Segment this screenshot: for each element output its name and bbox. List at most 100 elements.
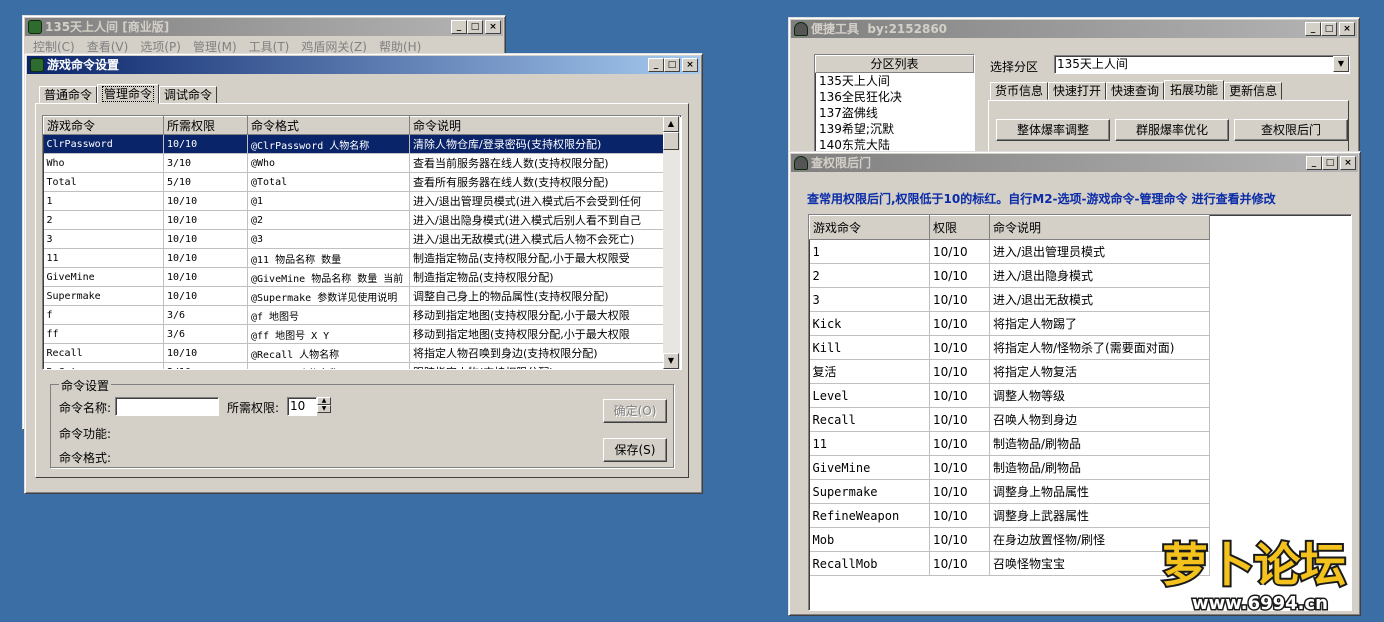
maximize-button[interactable]: □ xyxy=(467,20,483,34)
close-button[interactable]: × xyxy=(682,58,698,72)
cell-command: f xyxy=(43,305,164,325)
cell-description: 查看当前服务器在线人数(支持权限分配) xyxy=(409,153,664,173)
cell-command: ClrPassword xyxy=(43,134,164,154)
permission-input[interactable]: 10 xyxy=(287,397,317,416)
perm-cell-command: Recall xyxy=(809,407,930,432)
table-row[interactable]: Supermake 10/10 调整身上物品属性 xyxy=(809,479,1210,504)
cell-description: 调整自己身上的物品属性(支持权限分配) xyxy=(409,286,664,306)
col-header-command[interactable]: 游戏命令 xyxy=(43,116,164,135)
close-button[interactable]: × xyxy=(1339,22,1355,36)
list-item[interactable]: 137盗佛线 xyxy=(815,105,974,121)
list-item[interactable]: 139希望;沉默 xyxy=(815,121,974,137)
close-button[interactable]: × xyxy=(1340,156,1356,170)
command-name-input[interactable] xyxy=(115,397,219,416)
cmd-window-titlebar[interactable]: 游戏命令设置 _ □ × xyxy=(27,56,700,74)
scroll-thumb[interactable] xyxy=(663,132,679,150)
perm-cell-description: 召唤人物到身边 xyxy=(989,407,1210,432)
minimize-button[interactable]: _ xyxy=(451,20,467,34)
list-item[interactable]: 136全民狂化决 xyxy=(815,89,974,105)
table-row[interactable]: GiveMine 10/10 制造物品/刷物品 xyxy=(809,455,1210,480)
maximize-button[interactable]: □ xyxy=(1322,156,1338,170)
spin-up-icon[interactable]: ▲ xyxy=(317,397,331,405)
cell-format: @3 xyxy=(247,229,410,249)
table-row[interactable]: Total 5/10 @Total 查看所有服务器在线人数(支持权限分配) xyxy=(43,172,664,192)
forum-url-text: www.6994.cn xyxy=(1192,593,1328,614)
perm-window-titlebar[interactable]: 查权限后门 _ □ × xyxy=(791,154,1358,172)
permission-spinner[interactable]: ▲ ▼ xyxy=(317,397,331,413)
partition-list[interactable]: 分区列表 135天上人间 136全民狂化决 137盗佛线 139希望;沉默 140东荒大… xyxy=(814,54,975,158)
col-header-format[interactable]: 命令格式 xyxy=(247,116,410,135)
table-row[interactable]: 3 10/10 进入/退出无敌模式 xyxy=(809,287,1210,312)
table-row[interactable]: ff 3/6 @ff 地图号 X Y 移动到指定地图(支持权限分配,小于最大权限 xyxy=(43,324,664,344)
tab-normal-commands[interactable]: 普通命令 xyxy=(39,86,98,104)
scroll-down-icon[interactable]: ▼ xyxy=(663,353,679,369)
table-row[interactable]: 2 10/10 @2 进入/退出隐身模式(进入模式后别人看不到自己 xyxy=(43,210,664,230)
perm-cell-permission: 10/10 xyxy=(929,407,990,432)
table-row[interactable]: 1 10/10 @1 进入/退出管理员模式(进入模式后不会受到任何 xyxy=(43,191,664,211)
grid-vertical-scrollbar[interactable]: ▲ ▼ xyxy=(663,116,680,369)
tab-quick-query[interactable]: 快速查询 xyxy=(1106,82,1165,100)
cell-format: @2 xyxy=(247,210,410,230)
close-button[interactable]: × xyxy=(485,20,501,34)
ok-button[interactable]: 确定(O) xyxy=(603,399,667,423)
table-row[interactable]: Recall 10/10 召唤人物到身边 xyxy=(809,407,1210,432)
group-droprate-button[interactable]: 群服爆率优化 xyxy=(1115,119,1229,141)
tab-currency-info[interactable]: 货币信息 xyxy=(990,82,1049,100)
perm-header-row: 游戏命令 权限 命令说明 xyxy=(809,215,1210,240)
perm-cell-permission: 10/10 xyxy=(929,527,990,552)
table-row[interactable]: Recall 10/10 @Recall 人物名称 将指定人物召唤到身边(支持权限分配… xyxy=(43,343,664,363)
col-header-description[interactable]: 命令说明 xyxy=(409,116,664,135)
minimize-button[interactable]: _ xyxy=(1305,22,1321,36)
table-row[interactable]: Who 3/10 @Who 查看当前服务器在线人数(支持权限分配) xyxy=(43,153,664,173)
cell-command: ff xyxy=(43,324,164,344)
tab-quick-open[interactable]: 快速打开 xyxy=(1048,82,1107,100)
table-row[interactable]: GiveMine 10/10 @GiveMine 物品名称 数量 当前 制造指定物品(… xyxy=(43,267,664,287)
table-row[interactable]: f 3/6 @f 地图号 移动到指定地图(支持权限分配,小于最大权限 xyxy=(43,305,664,325)
save-button[interactable]: 保存(S) xyxy=(603,438,667,462)
scroll-up-icon[interactable]: ▲ xyxy=(663,116,679,132)
tab-extend-functions[interactable]: 拓展功能 xyxy=(1164,80,1225,100)
tab-admin-commands[interactable]: 管理命令 xyxy=(97,84,160,104)
table-row[interactable]: ReGoto3/10@ReGoto 人物名称跟踪指定人物(支持权限分配) xyxy=(43,362,664,369)
person-icon xyxy=(794,156,808,170)
perm-cell-permission: 10/10 xyxy=(929,287,990,312)
perm-cell-description: 进入/退出无敌模式 xyxy=(989,287,1210,312)
perm-cell-description: 调整人物等级 xyxy=(989,383,1210,408)
partition-select[interactable]: 135天上人间 ▼ xyxy=(1054,55,1350,74)
perm-col-permission[interactable]: 权限 xyxy=(929,215,990,240)
maximize-button[interactable]: □ xyxy=(664,58,680,72)
list-item[interactable]: 135天上人间 xyxy=(815,73,974,89)
cell-command: Who xyxy=(43,153,164,173)
perm-col-command[interactable]: 游戏命令 xyxy=(809,215,930,240)
table-row[interactable]: Level 10/10 调整人物等级 xyxy=(809,383,1210,408)
cell-description: 进入/退出无敌模式(进入模式后人物不会死亡) xyxy=(409,229,664,249)
check-permission-button[interactable]: 查权限后门 xyxy=(1234,119,1348,141)
table-row[interactable]: 1 10/10 进入/退出管理员模式 xyxy=(809,239,1210,264)
table-row[interactable]: ClrPassword 10/10 @ClrPassword 人物名称 清除人物仓库/… xyxy=(43,134,664,154)
tab-update-info[interactable]: 更新信息 xyxy=(1224,82,1283,100)
maximize-button[interactable]: □ xyxy=(1321,22,1337,36)
main-window-titlebar[interactable]: 135天上人间 [商业版] _ □ × xyxy=(25,18,503,36)
perm-cell-permission: 10/10 xyxy=(929,383,990,408)
minimize-button[interactable]: _ xyxy=(648,58,664,72)
table-row[interactable]: Kick 10/10 将指定人物踢了 xyxy=(809,311,1210,336)
perm-cell-permission: 10/10 xyxy=(929,431,990,456)
chevron-down-icon[interactable]: ▼ xyxy=(1333,56,1349,72)
tools-window-titlebar[interactable]: 便捷工具 by:2152860 _ □ × xyxy=(791,20,1357,38)
table-row[interactable]: Kill 10/10 将指定人物/怪物杀了(需要面对面) xyxy=(809,335,1210,360)
table-row[interactable]: 2 10/10 进入/退出隐身模式 xyxy=(809,263,1210,288)
table-row[interactable]: 复活 10/10 将指定人物复活 xyxy=(809,359,1210,384)
perm-col-description[interactable]: 命令说明 xyxy=(989,215,1210,240)
table-row[interactable]: 3 10/10 @3 进入/退出无敌模式(进入模式后人物不会死亡) xyxy=(43,229,664,249)
overall-droprate-button[interactable]: 整体爆率调整 xyxy=(996,119,1110,141)
minimize-button[interactable]: _ xyxy=(1306,156,1322,170)
table-row[interactable]: 11 10/10 @11 物品名称 数量 制造指定物品(支持权限分配,小于最大权限受 xyxy=(43,248,664,268)
tab-debug-commands[interactable]: 调试命令 xyxy=(159,86,218,104)
table-row[interactable]: Supermake 10/10 @Supermake 参数详见使用说明 调整自己身上的… xyxy=(43,286,664,306)
cell-permission: 3/6 xyxy=(163,305,248,325)
cell-permission: 10/10 xyxy=(163,191,248,211)
spin-down-icon[interactable]: ▼ xyxy=(317,405,331,413)
perm-cell-command: Kick xyxy=(809,311,930,336)
table-row[interactable]: 11 10/10 制造物品/刷物品 xyxy=(809,431,1210,456)
col-header-permission[interactable]: 所需权限 xyxy=(163,116,248,135)
